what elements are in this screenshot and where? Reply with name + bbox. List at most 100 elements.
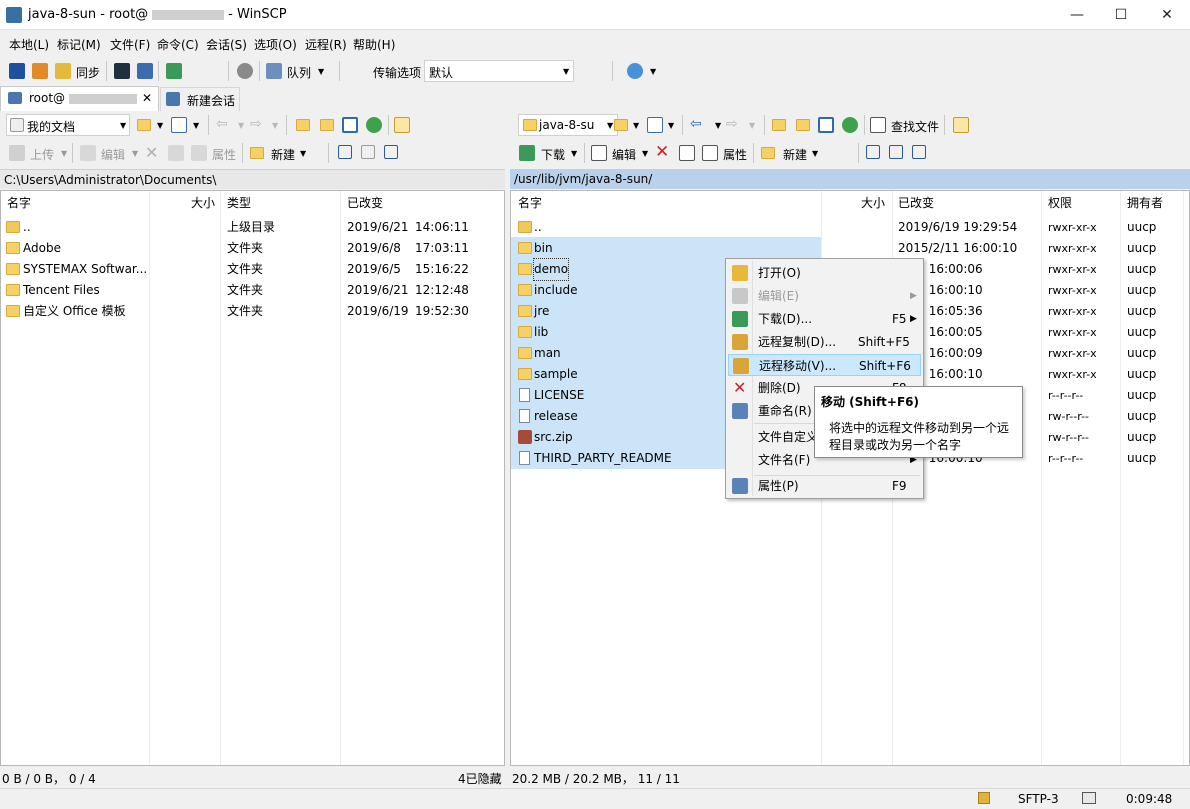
filter-select-icon[interactable] — [384, 145, 398, 159]
col-header-size[interactable]: 大小 — [191, 191, 215, 213]
new-folder-icon[interactable] — [761, 147, 775, 159]
dropdown-icon[interactable]: ▼ — [132, 149, 138, 158]
local-file-list[interactable]: ^ 名字 大小 类型 已改变 .. 上级目录 2019/6/21 14:06:11 Ad… — [0, 190, 505, 766]
sync-label[interactable]: 同步 — [76, 64, 100, 81]
queue-dropdown-icon[interactable]: ▼ — [318, 67, 324, 76]
col-header-size[interactable]: 大小 — [861, 191, 885, 213]
filter-select-icon[interactable] — [912, 145, 926, 159]
menu-item[interactable]: 属性(P) F9 — [728, 475, 921, 497]
back-arrow-icon[interactable]: ⇦ — [690, 116, 702, 132]
menu-session[interactable]: 会话(S) — [206, 36, 247, 53]
upload-icon[interactable] — [9, 145, 25, 161]
dropdown-icon[interactable]: ▼ — [272, 121, 278, 130]
menu-options[interactable]: 选项(O) — [254, 36, 297, 53]
synchronize-icon[interactable] — [55, 63, 71, 79]
dropdown-icon[interactable]: ▼ — [238, 121, 244, 130]
col-header-owner[interactable]: 拥有者 — [1127, 191, 1163, 213]
globe-dropdown-icon[interactable]: ▼ — [650, 67, 656, 76]
properties-button[interactable]: 属性 — [212, 146, 236, 163]
queue-label[interactable]: 队列 — [287, 64, 311, 81]
minimize-button[interactable]: — — [1054, 0, 1100, 30]
delete-icon[interactable]: ✕ — [145, 143, 158, 162]
delete-icon[interactable]: ✕ — [655, 142, 669, 162]
root-dir-icon[interactable] — [320, 119, 334, 131]
col-header-permissions[interactable]: 权限 — [1048, 191, 1072, 213]
remote-file-name[interactable]: lib — [534, 322, 548, 343]
transfer-options-select[interactable]: 默认 ▼ — [424, 60, 574, 82]
col-header-name[interactable]: 名字 — [518, 191, 542, 213]
terminal-icon[interactable] — [114, 63, 130, 79]
col-header-name[interactable]: 名字 — [7, 191, 31, 213]
hidden-count[interactable]: 4已隐藏 — [458, 770, 502, 787]
forward-arrow-icon[interactable]: ⇨ — [726, 116, 738, 132]
remote-path-bar[interactable]: /usr/lib/jvm/java-8-sun/ — [510, 169, 1190, 189]
open-folder-icon[interactable] — [614, 119, 628, 131]
putty-icon[interactable] — [137, 63, 153, 79]
parent-dir-icon[interactable] — [296, 119, 310, 131]
upload-button[interactable]: 上传 — [30, 146, 54, 163]
remote-file-name[interactable]: src.zip — [534, 427, 573, 448]
new-session-tab[interactable]: 新建会话 — [160, 87, 240, 111]
menu-item[interactable]: 下载(D)... F5 ▶ — [728, 308, 921, 330]
queue-icon[interactable] — [266, 63, 282, 79]
properties-icon[interactable] — [191, 145, 207, 161]
new-button[interactable]: 新建 — [271, 146, 295, 163]
download-icon[interactable] — [519, 145, 535, 161]
unselect-icon[interactable] — [889, 145, 903, 159]
dropdown-icon[interactable]: ▼ — [642, 149, 648, 158]
tree-view-icon[interactable] — [953, 117, 969, 133]
local-file-name[interactable]: 自定义 Office 模板 — [23, 301, 126, 322]
tree-view-icon[interactable] — [394, 117, 410, 133]
select-all-icon[interactable] — [338, 145, 352, 159]
unselect-icon[interactable] — [361, 145, 375, 159]
remote-file-name[interactable]: jre — [534, 301, 549, 322]
new-button[interactable]: 新建 — [783, 146, 807, 163]
menu-remote[interactable]: 远程(R) — [305, 36, 347, 53]
properties-button[interactable]: 属性 — [723, 146, 747, 163]
remote-file-name[interactable]: man — [534, 343, 561, 364]
menu-item[interactable]: 打开(O) — [728, 262, 921, 284]
download-button[interactable]: 下载 — [541, 146, 565, 163]
root-dir-icon[interactable] — [796, 119, 810, 131]
col-header-changed[interactable]: 已改变 — [347, 191, 383, 213]
local-file-name[interactable]: SYSTEMAX Softwar... — [23, 259, 147, 280]
edit-button[interactable]: 编辑 — [612, 146, 636, 163]
col-header-type[interactable]: 类型 — [227, 191, 251, 213]
home-icon[interactable] — [342, 117, 358, 133]
remote-file-name[interactable]: demo — [532, 258, 570, 281]
filter-icon[interactable] — [171, 117, 187, 133]
dropdown-icon[interactable]: ▼ — [715, 121, 721, 130]
menu-item[interactable]: 远程移动(V)... Shift+F6 — [728, 354, 921, 376]
edit-button[interactable]: 编辑 — [101, 146, 125, 163]
gear-icon[interactable] — [237, 63, 253, 79]
remote-file-name[interactable]: sample — [534, 364, 578, 385]
remote-file-name[interactable]: LICENSE — [534, 385, 584, 406]
find-files-button[interactable]: 查找文件 — [891, 118, 939, 135]
find-files-icon[interactable] — [870, 117, 886, 133]
close-tab-icon[interactable]: ✕ — [142, 91, 152, 105]
rename-icon[interactable] — [679, 145, 695, 161]
dropdown-icon[interactable]: ▼ — [300, 149, 306, 158]
open-folder-icon[interactable] — [137, 119, 151, 131]
local-file-name[interactable]: Tencent Files — [23, 280, 100, 301]
remote-file-name[interactable]: include — [534, 280, 577, 301]
menu-item[interactable]: 编辑(E) ▶ — [728, 285, 921, 307]
col-header-changed[interactable]: 已改变 — [898, 191, 934, 213]
filter-icon[interactable] — [647, 117, 663, 133]
new-folder-icon[interactable] — [250, 147, 264, 159]
home-icon[interactable] — [818, 117, 834, 133]
remote-file-name[interactable]: THIRD_PARTY_README — [534, 448, 672, 469]
forward-arrow-icon[interactable]: ⇨ — [250, 116, 262, 132]
maximize-button[interactable]: ☐ — [1098, 0, 1144, 30]
globe-icon[interactable] — [627, 63, 643, 79]
menu-commands[interactable]: 命令(C) — [157, 36, 199, 53]
refresh-icon[interactable] — [842, 117, 858, 133]
menu-help[interactable]: 帮助(H) — [353, 36, 395, 53]
dropdown-icon[interactable]: ▼ — [571, 149, 577, 158]
local-file-name[interactable]: .. — [23, 217, 31, 238]
back-arrow-icon[interactable]: ⇦ — [216, 116, 228, 132]
dropdown-icon[interactable]: ▼ — [633, 121, 639, 130]
rename-icon[interactable] — [168, 145, 184, 161]
local-location-select[interactable]: 我的文档 ▼ — [6, 114, 130, 136]
menu-mark[interactable]: 标记(M) — [57, 36, 101, 53]
